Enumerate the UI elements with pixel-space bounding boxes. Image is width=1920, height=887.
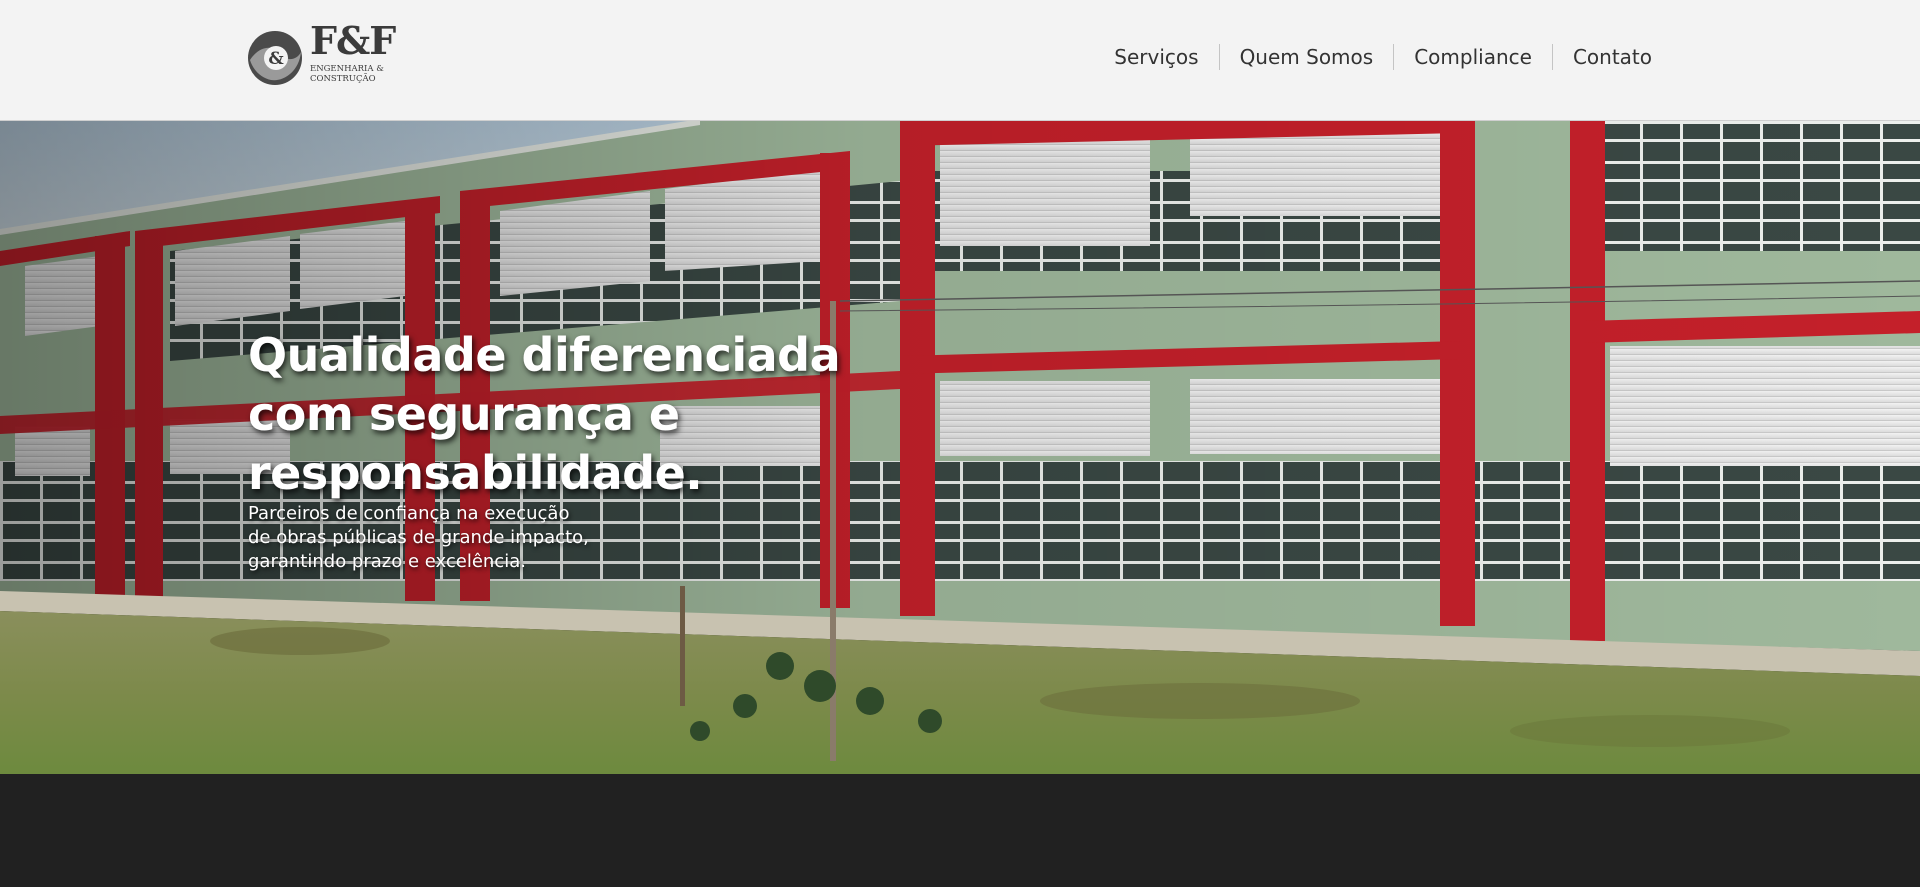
- logo-tagline-line2: CONSTRUÇÃO: [310, 74, 376, 84]
- nav-link-servicos[interactable]: Serviços: [1094, 44, 1218, 70]
- site-header: & F&F ENGENHARIA & CONSTRUÇÃO Serviços Q…: [0, 0, 1920, 121]
- nav-link-contato[interactable]: Contato: [1551, 44, 1672, 70]
- main-nav: Serviços Quem Somos Compliance Contato: [1094, 44, 1672, 70]
- hero-subtitle: Parceiros de confiança na execução de ob…: [248, 503, 589, 572]
- logo-tagline-line1: ENGENHARIA &: [310, 64, 384, 74]
- nav-link-compliance[interactable]: Compliance: [1393, 44, 1552, 70]
- logo-brand-text: F&F: [310, 18, 396, 63]
- dark-section: [0, 774, 1920, 887]
- logo-tagline: ENGENHARIA & CONSTRUÇÃO: [310, 64, 384, 84]
- logo-mark-text: &: [268, 49, 284, 69]
- company-logo[interactable]: & F&F ENGENHARIA & CONSTRUÇÃO: [247, 22, 397, 86]
- logo-mark-icon: &: [248, 31, 302, 85]
- hero-banner: Qualidade diferenciada com segurança e r…: [0, 121, 1920, 774]
- hero-title: Qualidade diferenciada com segurança e r…: [248, 328, 841, 500]
- nav-link-quem-somos[interactable]: Quem Somos: [1218, 44, 1394, 70]
